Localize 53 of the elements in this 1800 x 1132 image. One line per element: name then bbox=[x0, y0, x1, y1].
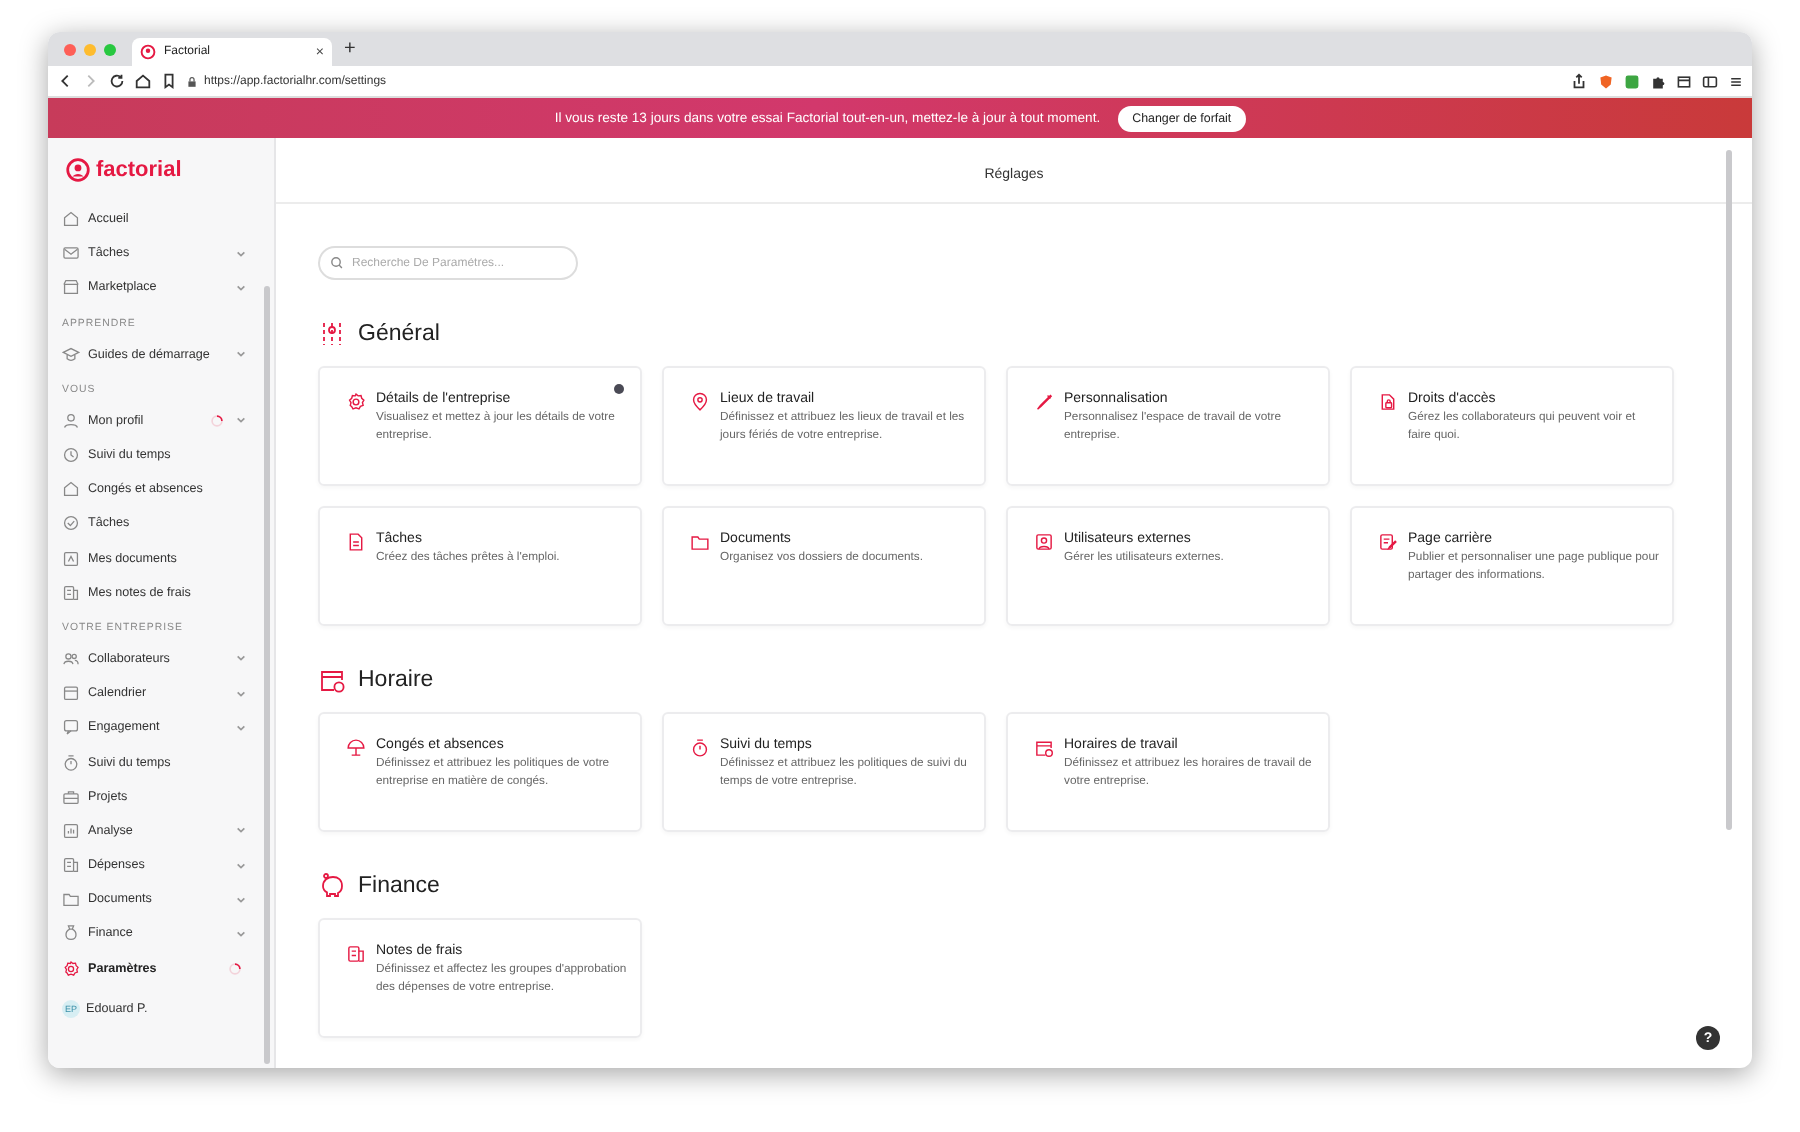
locked-document-icon bbox=[1378, 392, 1398, 412]
chart-icon bbox=[62, 821, 80, 840]
house-icon bbox=[62, 210, 80, 229]
settings-icon bbox=[62, 959, 80, 978]
bookmark-icon[interactable] bbox=[160, 72, 178, 90]
person-icon bbox=[62, 411, 80, 430]
calendar-icon bbox=[62, 684, 80, 703]
puzzle-icon[interactable] bbox=[1650, 73, 1666, 89]
new-tab-button[interactable]: + bbox=[344, 38, 356, 60]
page-edit-icon bbox=[1378, 532, 1398, 552]
user-card-icon bbox=[1034, 532, 1054, 552]
home-icon[interactable] bbox=[134, 72, 152, 90]
piggy-bank-icon bbox=[318, 872, 346, 900]
settings-icon bbox=[346, 392, 366, 412]
calendar-clock-icon bbox=[318, 666, 346, 694]
back-icon[interactable] bbox=[56, 72, 74, 90]
envelope-icon bbox=[62, 244, 80, 263]
logo-text: factorial bbox=[96, 158, 182, 182]
sliders-icon bbox=[318, 320, 346, 348]
section-title: Horaire bbox=[358, 668, 434, 692]
check-circle-icon bbox=[62, 514, 80, 533]
stopwatch-icon bbox=[690, 738, 710, 758]
reload-icon[interactable] bbox=[108, 72, 126, 90]
document-icon bbox=[346, 532, 366, 552]
people-icon bbox=[62, 649, 80, 668]
calendar-clock-icon bbox=[1034, 738, 1054, 758]
lock-icon bbox=[186, 75, 198, 87]
section-title: Général bbox=[358, 322, 440, 346]
sidebar-icon[interactable] bbox=[1702, 73, 1718, 89]
search-icon bbox=[330, 256, 344, 270]
money-bag-icon bbox=[62, 924, 80, 943]
logo-icon bbox=[140, 44, 156, 60]
folder-icon bbox=[62, 890, 80, 909]
document-icon bbox=[62, 549, 80, 568]
umbrella-icon bbox=[346, 738, 366, 758]
section-title: Finance bbox=[358, 874, 440, 898]
shield-icon[interactable] bbox=[1598, 73, 1614, 89]
share-icon[interactable] bbox=[1570, 72, 1588, 90]
folder-icon bbox=[690, 532, 710, 552]
graduation-cap-icon bbox=[62, 345, 80, 364]
house-icon bbox=[62, 480, 80, 499]
storefront-icon bbox=[62, 278, 80, 297]
menu-icon[interactable] bbox=[1728, 73, 1744, 89]
receipt-icon bbox=[346, 944, 366, 964]
chat-bubble-icon bbox=[62, 718, 80, 737]
logo-icon bbox=[66, 158, 90, 182]
brush-icon bbox=[1034, 392, 1054, 412]
receipt-icon bbox=[62, 583, 80, 602]
map-pin-icon bbox=[690, 392, 710, 412]
briefcase-icon bbox=[62, 787, 80, 806]
receipt-icon bbox=[62, 856, 80, 875]
stopwatch-icon bbox=[62, 753, 80, 772]
clock-icon bbox=[62, 446, 80, 465]
